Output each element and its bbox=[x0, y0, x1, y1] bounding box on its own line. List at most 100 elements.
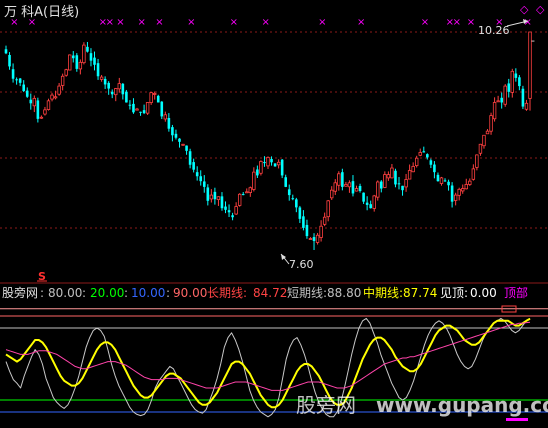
diamond-marker-2: ◇ bbox=[536, 3, 545, 16]
candle-body bbox=[156, 95, 160, 103]
candle-body bbox=[125, 91, 128, 103]
candle-body bbox=[93, 57, 96, 65]
top-signal-value: 0.00 bbox=[470, 286, 497, 300]
watermark: 股旁网 www.gupang.com bbox=[296, 393, 548, 417]
candle-body bbox=[29, 99, 33, 104]
low-label: 7.60 bbox=[289, 258, 314, 271]
x-signal-marker: × bbox=[467, 17, 475, 28]
candle-body bbox=[510, 70, 514, 93]
candle-body bbox=[153, 93, 157, 95]
candle-body bbox=[18, 78, 22, 83]
candle-body bbox=[263, 162, 266, 164]
x-signal-marker: × bbox=[187, 17, 195, 28]
candle-body bbox=[468, 180, 472, 185]
candle-body bbox=[192, 162, 195, 170]
candle-body bbox=[256, 169, 259, 176]
dash-marker: - bbox=[531, 34, 535, 47]
candle-body bbox=[139, 111, 142, 113]
candle-body bbox=[46, 100, 51, 110]
candle-body bbox=[443, 180, 447, 182]
candle-body bbox=[308, 238, 313, 240]
x-signal-marker: × bbox=[10, 17, 18, 28]
x-signal-marker: × bbox=[106, 17, 114, 28]
candle-body bbox=[390, 167, 394, 179]
candle-body bbox=[15, 79, 18, 81]
candle-body bbox=[259, 161, 263, 174]
candle-body bbox=[315, 234, 320, 243]
x-signal-marker: × bbox=[261, 17, 269, 28]
candle-body bbox=[372, 195, 376, 209]
candle-body bbox=[407, 170, 412, 180]
candle-body bbox=[358, 185, 362, 191]
candle-body bbox=[174, 133, 178, 138]
candle-body bbox=[60, 75, 65, 86]
candle-body bbox=[351, 181, 355, 194]
candle-body bbox=[68, 54, 72, 71]
candle-body bbox=[295, 199, 298, 208]
indicator-sep-3: : bbox=[124, 286, 128, 300]
candle-body bbox=[241, 194, 245, 196]
short-line-value: 88.80 bbox=[327, 286, 361, 300]
candle-body bbox=[453, 194, 458, 201]
top-signal-bar bbox=[506, 418, 528, 421]
candle-body bbox=[471, 168, 476, 180]
candle-body bbox=[464, 184, 468, 190]
long-line-value: 84.72 bbox=[253, 286, 287, 300]
candle-body bbox=[89, 53, 93, 61]
candle-body bbox=[386, 174, 391, 179]
candle-body bbox=[188, 151, 192, 165]
candle-body bbox=[496, 100, 500, 103]
candle-body bbox=[86, 46, 89, 52]
candle-body bbox=[32, 97, 37, 107]
candle-body bbox=[404, 179, 408, 188]
long-line-label: 长期线: bbox=[207, 286, 247, 300]
stock-chart[interactable]: 万 科A(日线) × × ×× × × × × × × × × × ×× × × × 10.26 ◇ ◇ - … bbox=[0, 0, 548, 428]
candle-body bbox=[284, 177, 288, 187]
candle-body bbox=[500, 97, 503, 103]
candle-body bbox=[411, 166, 415, 173]
candle-body bbox=[252, 171, 256, 190]
candle-body bbox=[167, 117, 171, 129]
candle-body bbox=[429, 160, 433, 165]
level-20-value: 20.00 bbox=[90, 286, 124, 300]
candle-body bbox=[503, 85, 507, 105]
candle-body bbox=[53, 96, 58, 99]
candle-body bbox=[401, 185, 404, 191]
candle-body bbox=[209, 194, 214, 200]
watermark-url: www.gupang.com bbox=[376, 393, 548, 417]
candle-body bbox=[305, 224, 309, 237]
candle-body bbox=[312, 237, 316, 241]
candle-body bbox=[369, 204, 372, 209]
candle-body bbox=[415, 157, 419, 166]
watermark-cn: 股旁网 bbox=[296, 393, 356, 417]
candle-body bbox=[11, 69, 15, 79]
candle-body bbox=[75, 55, 79, 69]
candle-body bbox=[114, 88, 118, 96]
indicator-sep-1: : bbox=[40, 286, 44, 300]
candle-body bbox=[132, 103, 135, 113]
candle-body bbox=[128, 104, 132, 106]
level-10-value: 10.00 bbox=[131, 286, 165, 300]
candle-body bbox=[110, 91, 114, 95]
candle-body bbox=[291, 198, 295, 200]
candle-body bbox=[485, 130, 490, 135]
candle-body bbox=[57, 85, 61, 95]
candle-body bbox=[337, 173, 341, 186]
indicator-sep-2: : bbox=[82, 286, 86, 300]
candle-body bbox=[426, 154, 429, 158]
candle-body bbox=[319, 225, 323, 238]
candle-body bbox=[524, 102, 529, 110]
candle-body bbox=[436, 174, 440, 182]
candle-body bbox=[273, 163, 277, 167]
candle-body bbox=[22, 84, 26, 92]
candle-body bbox=[216, 196, 221, 200]
x-signal-marker: × bbox=[230, 17, 238, 28]
candle-body bbox=[383, 174, 387, 188]
candle-body bbox=[213, 191, 217, 200]
candle-body bbox=[160, 101, 164, 117]
candle-body bbox=[433, 164, 436, 173]
candle-body bbox=[333, 182, 337, 192]
candle-body bbox=[518, 77, 521, 87]
level-90-value: 90.00 bbox=[173, 286, 207, 300]
candle-body bbox=[171, 127, 174, 136]
